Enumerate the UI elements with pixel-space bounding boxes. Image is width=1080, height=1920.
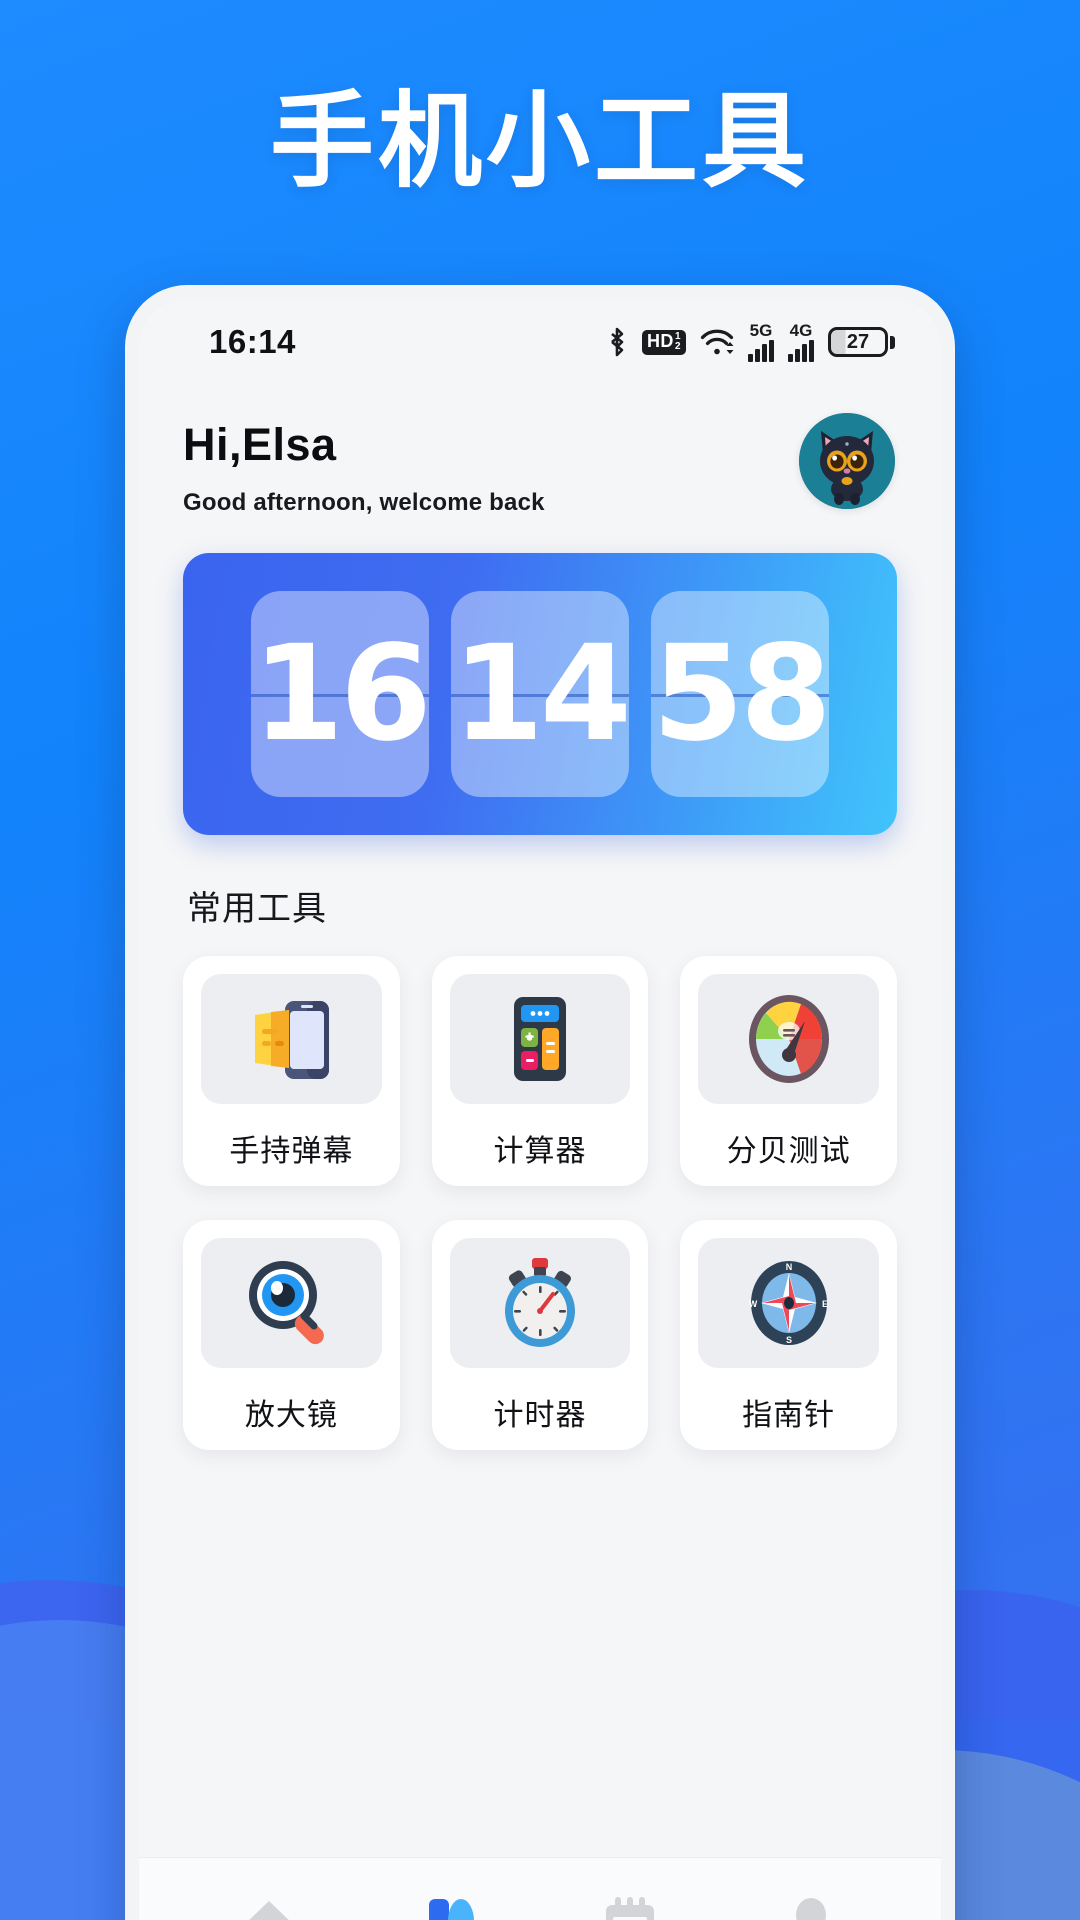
svg-text:N: N: [785, 1262, 792, 1272]
flip-seconds: 58: [651, 591, 829, 797]
battery-level: 27: [846, 330, 870, 353]
tools-icon: [428, 1898, 474, 1920]
nav-calendar[interactable]: [595, 1881, 665, 1920]
tool-thumb: [449, 1238, 631, 1368]
avatar[interactable]: [799, 413, 895, 509]
compass-icon: N S E W: [748, 1261, 828, 1345]
bluetooth-icon: [611, 327, 624, 357]
signal-5g-label: 5G: [749, 321, 773, 340]
handheld-banner-icon: [255, 1001, 330, 1079]
magnifier-icon: [249, 1261, 325, 1345]
tool-card-calculator[interactable]: 计算器: [431, 956, 649, 1186]
tool-label: 放大镜: [244, 1399, 338, 1432]
flip-hours-value: 16: [252, 617, 429, 771]
svg-text:S: S: [786, 1335, 792, 1345]
svg-text:E: E: [822, 1299, 828, 1309]
flip-minutes-value: 14: [452, 617, 629, 771]
hd-voice-icon: HD 12: [641, 329, 686, 355]
bottom-nav: [139, 1857, 941, 1920]
tool-label: 计时器: [493, 1399, 587, 1432]
tool-label: 分贝测试: [726, 1135, 851, 1168]
tool-thumb: [201, 1238, 382, 1368]
greeting-text: Hi,Elsa Good afternoon, welcome back: [183, 413, 545, 517]
phone-screen: 16:14 HD 12 5G 4G 27 Hi,Elsa Good aftern…: [139, 299, 941, 1920]
home-icon: [248, 1900, 290, 1920]
battery-icon: 27: [828, 327, 895, 357]
calendar-icon: [606, 1896, 655, 1920]
calculator-icon: [513, 997, 566, 1081]
tool-thumb: [449, 974, 631, 1104]
cat-avatar-icon: [799, 413, 895, 509]
signal-5g-icon: 5G: [748, 322, 774, 362]
tool-card-timer[interactable]: 计时器: [431, 1220, 649, 1450]
status-time: 16:14: [209, 323, 296, 360]
status-icons: HD 12 5G 4G 27: [606, 322, 895, 362]
profile-icon: [795, 1897, 826, 1920]
status-bar: 16:14 HD 12 5G 4G 27: [139, 299, 941, 385]
tool-card-handheld-banner[interactable]: 手持弹幕: [183, 956, 400, 1186]
nav-home[interactable]: [234, 1881, 304, 1920]
tool-card-decibel-test[interactable]: 分贝测试: [680, 956, 897, 1186]
nav-tools[interactable]: [415, 1881, 485, 1920]
poster-screen: 手机小工具 16:14 HD 12 5G 4G 27 Hi,Elsa Good …: [0, 0, 1080, 1920]
phone-mockup: 16:14 HD 12 5G 4G 27 Hi,Elsa Good aftern…: [125, 285, 955, 1920]
section-title-common-tools: 常用工具: [187, 890, 327, 928]
tool-label: 计算器: [493, 1135, 587, 1168]
tool-thumb: [698, 974, 879, 1104]
decibel-meter-icon: [748, 995, 829, 1083]
greeting-row: Hi,Elsa Good afternoon, welcome back: [139, 385, 941, 517]
tool-card-compass[interactable]: N S E W 指南针: [680, 1220, 897, 1450]
greeting-subtitle: Good afternoon, welcome back: [183, 489, 545, 516]
tool-card-magnifier[interactable]: 放大镜: [183, 1220, 400, 1450]
tool-thumb: N S E W: [698, 1238, 879, 1368]
hd-voice-sub: 12: [674, 330, 681, 352]
wifi-icon: [700, 329, 734, 355]
signal-4g-label: 4G: [789, 321, 813, 340]
signal-4g-icon: 4G: [788, 322, 814, 362]
flip-hours: 16: [251, 591, 429, 797]
flip-seconds-value: 58: [652, 617, 829, 771]
tool-thumb: [201, 974, 382, 1104]
greeting-title: Hi,Elsa: [183, 419, 337, 470]
svg-text:W: W: [748, 1299, 757, 1309]
nav-profile[interactable]: [776, 1881, 846, 1920]
flip-clock-widget[interactable]: 16 14 58: [183, 553, 897, 835]
hd-voice-label: HD: [646, 330, 674, 351]
tool-grid: 手持弹幕 计算器 分贝测试 放大镜 计时器 N S E W 指南针: [183, 956, 897, 1450]
tool-label: 手持弹幕: [229, 1135, 354, 1168]
flip-minutes: 14: [451, 591, 629, 797]
poster-title: 手机小工具: [269, 84, 810, 200]
tool-label: 指南针: [742, 1399, 836, 1432]
stopwatch-icon: [504, 1258, 575, 1347]
